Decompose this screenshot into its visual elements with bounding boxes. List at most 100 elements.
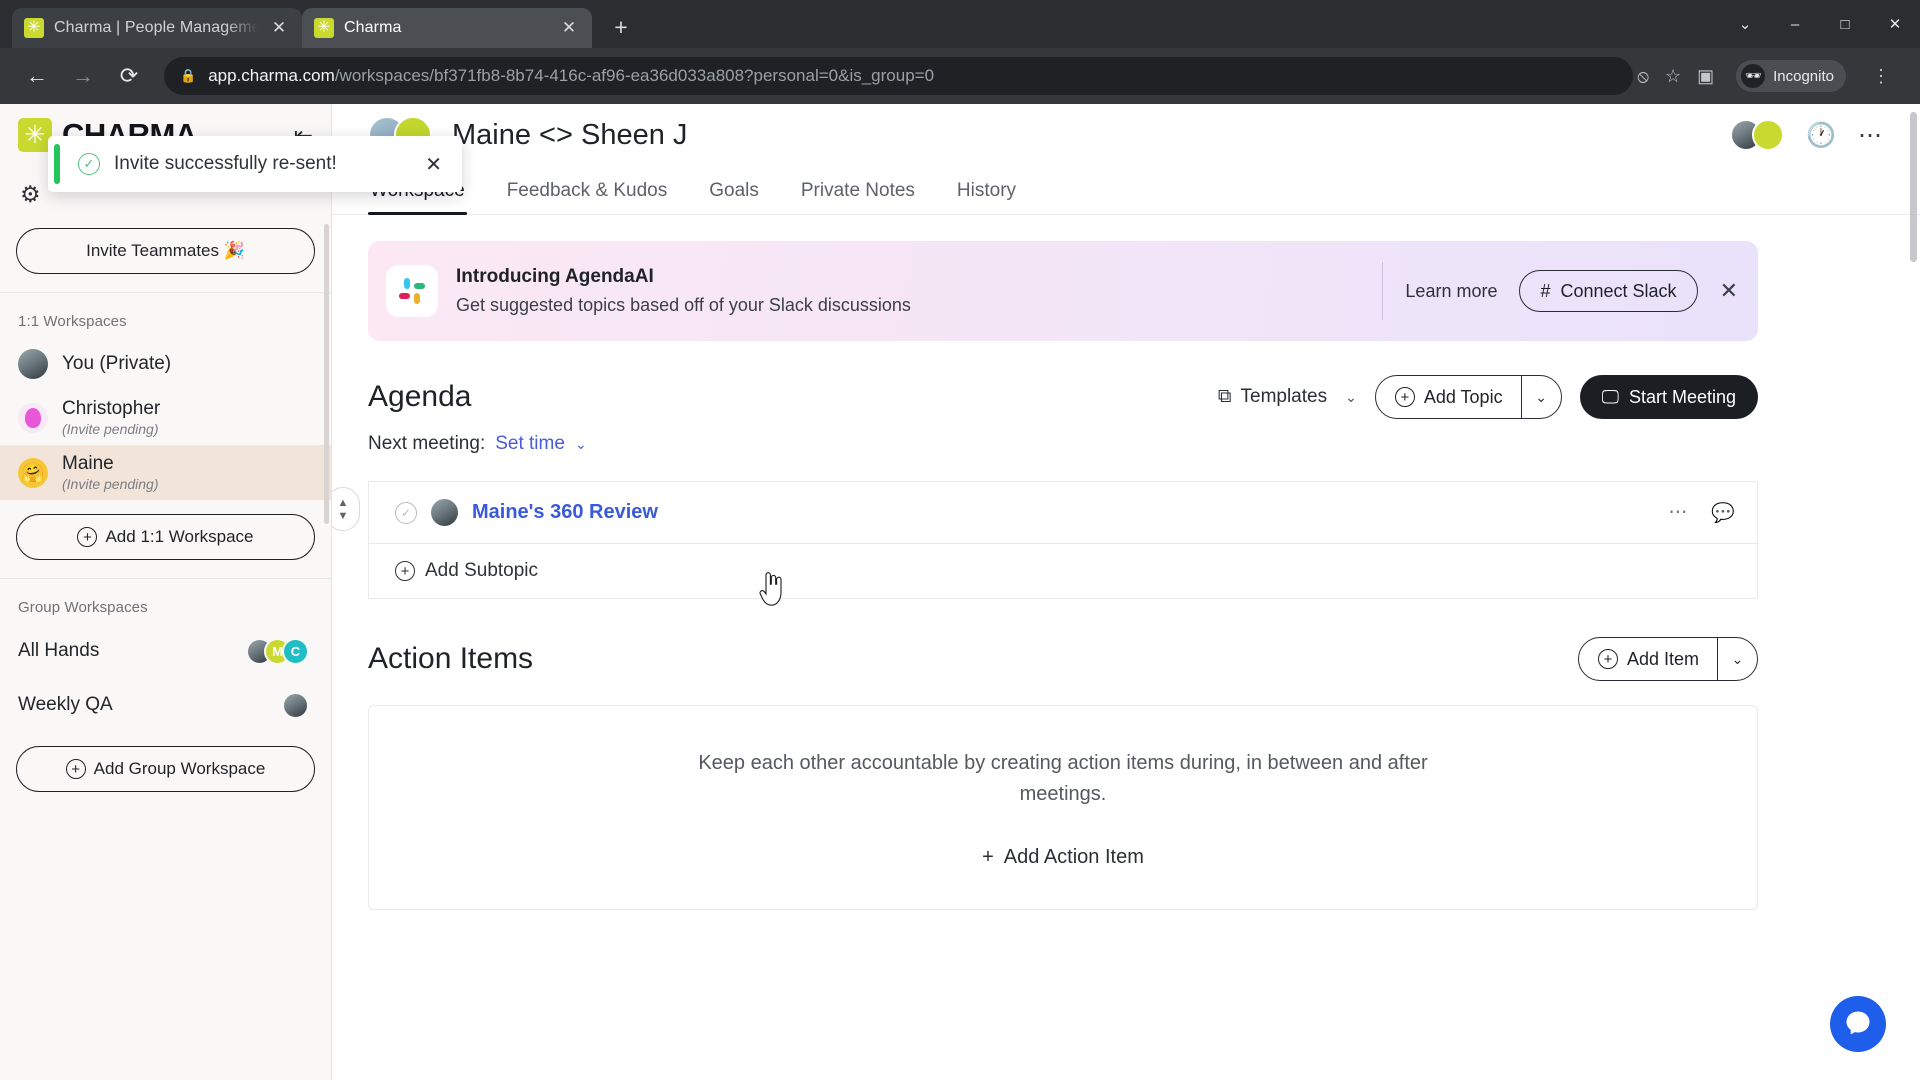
set-time-link[interactable]: Set time	[495, 433, 565, 455]
avatar-group	[282, 691, 309, 719]
expand-icon[interactable]: ⌄	[1720, 15, 1770, 33]
copy-icon: ⧉	[1217, 386, 1232, 407]
avatar-group: M C	[246, 637, 309, 665]
add-subtopic-label: Add Subtopic	[425, 560, 539, 581]
avatar	[431, 499, 458, 526]
start-meeting-button[interactable]: 🖵 Start Meeting	[1579, 375, 1758, 419]
agenda-subtopic-row: + Add Subtopic	[368, 543, 1758, 599]
plus-circle-icon: +	[1394, 387, 1415, 407]
add-item-dropdown-toggle[interactable]: ⌄	[1717, 638, 1757, 680]
topic-title[interactable]: Maine's 360 Review	[472, 501, 658, 524]
browser-tab-2[interactable]: Charma ✕	[302, 8, 592, 48]
gear-icon[interactable]: ⚙	[20, 181, 41, 208]
invite-pending-label: (Invite pending)	[62, 476, 159, 492]
window-close-icon[interactable]: ✕	[1870, 15, 1920, 33]
workspace-header: Maine <> Sheen J 🕐 ⋯	[332, 104, 1920, 166]
intercom-chat-icon[interactable]	[1830, 996, 1886, 1052]
side-panel-icon[interactable]: ▣	[1697, 66, 1714, 87]
browser-menu-icon[interactable]: ⋮	[1862, 66, 1900, 87]
address-bar[interactable]: 🔒 app.charma.com/workspaces/bf371fb8-8b7…	[164, 57, 1634, 95]
close-icon[interactable]: ✕	[425, 152, 442, 177]
add-subtopic-button[interactable]: + Add Subtopic	[395, 560, 538, 582]
tab-private-notes[interactable]: Private Notes	[799, 174, 917, 214]
avatar	[1752, 119, 1785, 151]
connect-slack-button[interactable]: # Connect Slack	[1519, 270, 1698, 312]
next-meeting-label: Next meeting:	[368, 433, 486, 454]
action-items-section-header: Action Items + Add Item ⌄	[368, 637, 1758, 681]
new-tab-button[interactable]: +	[604, 11, 638, 45]
action-items-empty-state: Keep each other accountable by creating …	[368, 705, 1758, 910]
avatar-group	[1730, 119, 1785, 151]
sidebar-item-maine[interactable]: Maine (Invite pending)	[0, 445, 331, 500]
sidebar-item-christopher[interactable]: Christopher (Invite pending)	[0, 390, 331, 445]
block-icon[interactable]: ⦸	[1637, 66, 1649, 87]
sidebar-scrollbar[interactable]	[324, 224, 329, 524]
agenda-topic-row[interactable]: ✓ Maine's 360 Review ⋯ 💬	[368, 481, 1758, 543]
main-content: Maine <> Sheen J 🕐 ⋯ Workspace Feedback …	[332, 104, 1920, 1080]
chevron-down-icon[interactable]: ⌄	[1345, 389, 1357, 406]
drag-handle-icon[interactable]: ▲ ▼	[332, 487, 360, 531]
agenda-toolbar: ⧉ Templates ⌄ + Add Topic ⌄ 🖵 Start Meet…	[1218, 375, 1758, 419]
add-group-workspace-label: Add Group Workspace	[93, 759, 266, 778]
sidebar-item-label: You (Private)	[62, 353, 172, 374]
sidebar-item-you-private[interactable]: You (Private)	[0, 338, 331, 390]
templates-button[interactable]: ⧉ Templates	[1218, 386, 1327, 408]
minimize-icon[interactable]: –	[1770, 16, 1820, 33]
add-topic-dropdown-toggle[interactable]: ⌄	[1520, 376, 1561, 418]
url-domain: app.charma.com	[208, 66, 335, 85]
add-topic-label: Add Topic	[1423, 386, 1503, 407]
sidebar-item-label: All Hands	[18, 640, 100, 661]
back-icon[interactable]: ←	[16, 55, 58, 97]
tab-goals[interactable]: Goals	[707, 174, 761, 214]
toast-notification: ✓ Invite successfully re-sent! ✕	[48, 136, 462, 192]
maximize-icon[interactable]: □	[1820, 16, 1870, 33]
agenda-section-header: Agenda ⧉ Templates ⌄ + Add Topic ⌄ 🖵 Sta…	[368, 375, 1758, 419]
more-horizontal-icon[interactable]: ⋯	[1668, 501, 1687, 524]
close-icon[interactable]: ✕	[268, 18, 290, 38]
slack-icon	[386, 265, 438, 317]
charma-icon	[314, 18, 334, 38]
omnibox-actions: ⦸ ☆ ▣ 🕶 Incognito ⋮	[1637, 60, 1904, 92]
close-icon[interactable]: ✕	[1720, 278, 1738, 304]
clock-icon[interactable]: 🕐	[1806, 121, 1836, 150]
comment-icon[interactable]: 💬	[1711, 501, 1735, 525]
sidebar-item-all-hands[interactable]: All Hands M C	[0, 624, 331, 678]
incognito-badge[interactable]: 🕶 Incognito	[1736, 60, 1846, 92]
url-path: /workspaces/bf371fb8-8b74-416c-af96-ea36…	[334, 66, 935, 85]
browser-tab-title: Charma | People Management S	[54, 19, 258, 36]
add-topic-button[interactable]: + Add Topic	[1376, 376, 1521, 418]
banner-title: Introducing AgendaAI	[456, 266, 654, 287]
url-text: app.charma.com/workspaces/bf371fb8-8b74-…	[208, 66, 934, 86]
templates-label: Templates	[1240, 386, 1328, 407]
tab-history[interactable]: History	[955, 174, 1018, 214]
plus-circle-icon: +	[77, 527, 98, 547]
chevron-down-icon[interactable]: ⌄	[575, 436, 587, 453]
add-1to1-workspace-label: Add 1:1 Workspace	[105, 527, 254, 546]
main-scrollbar[interactable]	[1910, 112, 1917, 262]
reload-icon[interactable]: ⟳	[108, 55, 150, 97]
avatar	[18, 457, 48, 488]
browser-tab-1[interactable]: Charma | People Management S ✕	[12, 8, 302, 48]
empty-state-text: Keep each other accountable by creating …	[698, 752, 1428, 805]
add-1to1-workspace-button[interactable]: + Add 1:1 Workspace	[16, 514, 315, 560]
plus-circle-icon: +	[395, 561, 415, 581]
lock-icon: 🔒	[180, 68, 197, 83]
more-horizontal-icon[interactable]: ⋯	[1858, 121, 1882, 150]
check-circle-icon[interactable]: ✓	[395, 501, 417, 524]
invite-teammates-button[interactable]: Invite Teammates 🎉	[16, 228, 315, 274]
tab-feedback-kudos[interactable]: Feedback & Kudos	[505, 174, 670, 214]
learn-more-link[interactable]: Learn more	[1405, 281, 1497, 302]
forward-icon[interactable]: →	[62, 55, 104, 97]
avatar: C	[282, 637, 309, 665]
sidebar-item-label: Maine	[62, 453, 114, 474]
sidebar-item-label: Weekly QA	[18, 694, 113, 715]
add-action-item-button[interactable]: + Add Action Item	[982, 846, 1144, 869]
plus-circle-icon: +	[1597, 649, 1618, 669]
close-icon[interactable]: ✕	[558, 18, 580, 38]
add-group-workspace-button[interactable]: + Add Group Workspace	[16, 746, 315, 792]
sidebar-item-weekly-qa[interactable]: Weekly QA	[0, 678, 331, 732]
bookmark-icon[interactable]: ☆	[1665, 66, 1681, 87]
add-item-button[interactable]: + Add Item	[1579, 638, 1717, 680]
sidebar-item-text: Christopher (Invite pending)	[62, 398, 160, 437]
page-title: Maine <> Sheen J	[452, 118, 688, 151]
